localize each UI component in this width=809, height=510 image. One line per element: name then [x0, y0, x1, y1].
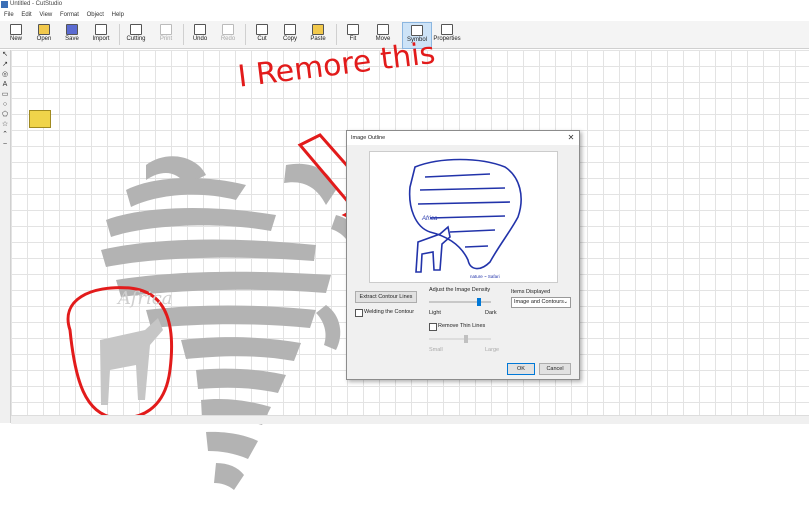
ok-button[interactable]: OK: [507, 363, 535, 375]
welding-label: Welding the Contour: [364, 309, 415, 315]
thin-lines-slider-track[interactable]: [429, 338, 491, 340]
density-slider-track[interactable]: [429, 301, 491, 303]
items-displayed-label: Items Displayed: [511, 289, 551, 295]
density-label: Adjust the Image Density: [429, 287, 491, 293]
remove-thin-lines-label: Remove Thin Lines: [438, 323, 486, 329]
welding-checkbox[interactable]: [355, 309, 363, 317]
dark-label: Dark: [485, 310, 497, 316]
preview-caption: Africa: [422, 216, 438, 222]
close-icon[interactable]: ✕: [566, 133, 576, 143]
remove-thin-lines-checkbox[interactable]: [429, 323, 437, 331]
preview-footer: nature ~ Safari: [470, 274, 500, 279]
large-label: Large: [485, 347, 500, 353]
africa-script-text: Africa: [118, 288, 173, 309]
small-label: Small: [429, 347, 443, 353]
dialog-title: Image Outline: [351, 135, 386, 141]
outline-preview: Africa nature ~ Safari: [369, 151, 558, 283]
preview-stripes: [417, 173, 511, 248]
preview-foal-outline: [415, 225, 451, 273]
extract-contour-button[interactable]: Extract Contour Lines: [355, 291, 417, 303]
image-outline-dialog: Image Outline ✕ Africa nature ~ Safari E…: [346, 130, 580, 380]
preview-image: [408, 158, 522, 273]
items-displayed-select[interactable]: Image and Contours ⌄: [511, 297, 571, 308]
items-displayed-value: Image and Contours: [514, 299, 564, 305]
chevron-down-icon: ⌄: [563, 299, 568, 305]
thin-lines-slider-thumb[interactable]: [464, 335, 469, 343]
density-slider-thumb[interactable]: [476, 298, 481, 306]
cancel-button[interactable]: Cancel: [539, 363, 571, 375]
zebra-foal-artwork: [100, 318, 163, 405]
light-label: Light: [429, 310, 441, 316]
dialog-titlebar: Image Outline ✕: [347, 131, 579, 145]
